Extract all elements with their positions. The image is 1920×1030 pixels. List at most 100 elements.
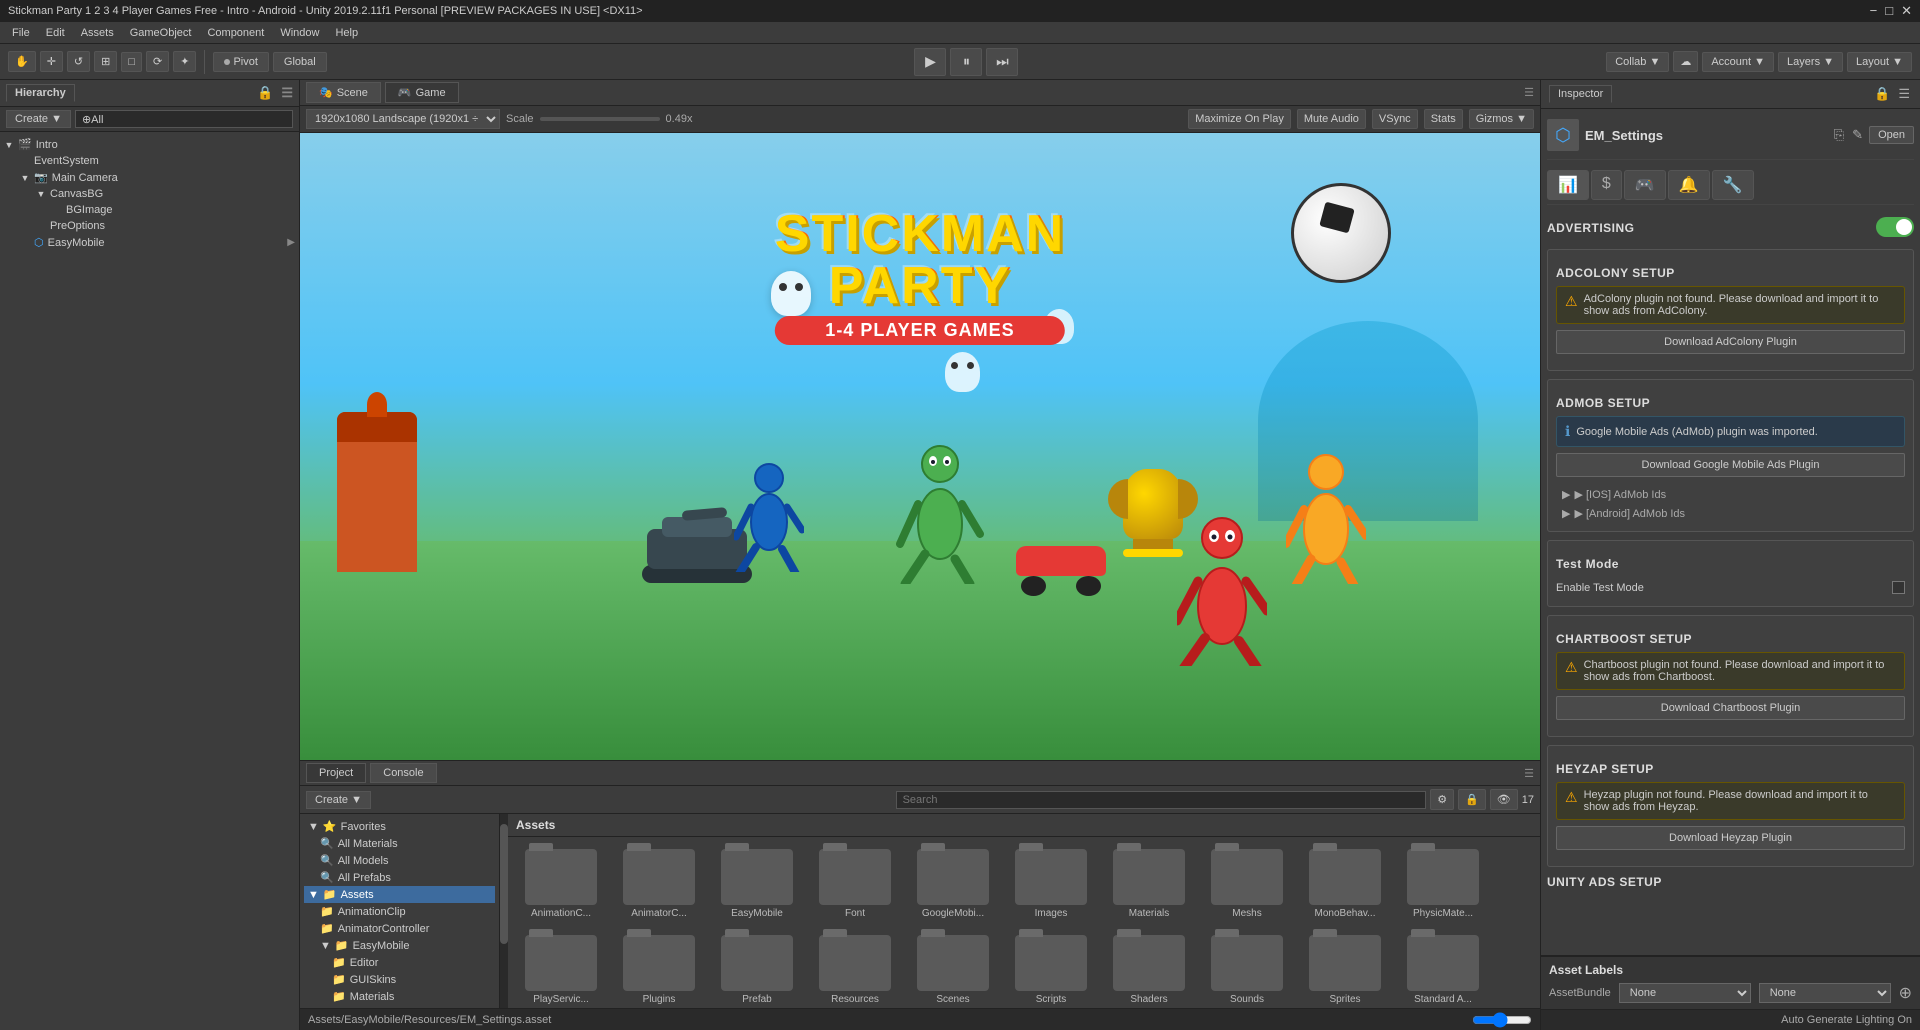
adcolony-download-btn[interactable]: Download AdColony Plugin — [1556, 330, 1905, 354]
cloud-btn[interactable]: ☁ — [1673, 51, 1698, 72]
sidebar-all-prefabs[interactable]: 🔍 All Prefabs — [304, 869, 495, 886]
em-edit-btn[interactable]: ✎ — [1850, 125, 1865, 145]
layers-btn[interactable]: Layers ▼ — [1778, 52, 1843, 72]
admob-ios-ids[interactable]: ▶ ▶ [IOS] AdMob Ids — [1556, 485, 1905, 504]
sidebar-assets[interactable]: ▼ 📁 Assets — [304, 886, 495, 903]
rotate-tool-btn[interactable]: ↺ — [67, 51, 90, 72]
hierarchy-create-btn[interactable]: Create ▼ — [6, 110, 71, 128]
insp-tab-settings[interactable]: 🔧 — [1712, 170, 1754, 200]
em-copy-btn[interactable]: ⎘ — [1832, 125, 1846, 145]
insp-tab-game[interactable]: 🎮 — [1624, 170, 1666, 200]
project-tab[interactable]: Project — [306, 763, 366, 783]
menu-assets[interactable]: Assets — [73, 25, 122, 41]
sidebar-materials[interactable]: 📁 Materials — [304, 988, 495, 1005]
tree-item-eventsystem[interactable]: EventSystem — [0, 153, 299, 169]
maximize-on-play-btn[interactable]: Maximize On Play — [1188, 109, 1291, 129]
hierarchy-lock-icon[interactable]: 🔒 — [257, 85, 273, 101]
tree-item-intro[interactable]: ▼ 🎬 Intro — [0, 136, 299, 153]
admob-download-btn[interactable]: Download Google Mobile Ads Plugin — [1556, 453, 1905, 477]
tree-item-preoptions[interactable]: PreOptions — [0, 218, 299, 234]
asset-item[interactable]: AnimatorC... — [614, 845, 704, 923]
asset-labels-expand-btn[interactable]: ⊕ — [1899, 983, 1912, 1003]
pivot-btn[interactable]: Pivot — [213, 52, 268, 72]
vsync-btn[interactable]: VSync — [1372, 109, 1418, 129]
sidebar-favorites[interactable]: ▼ ⭐ Favorites — [304, 818, 495, 835]
asset-item[interactable]: Resources — [810, 931, 900, 1008]
menu-help[interactable]: Help — [327, 25, 366, 41]
heyzap-download-btn[interactable]: Download Heyzap Plugin — [1556, 826, 1905, 850]
scale-slider[interactable] — [540, 117, 660, 121]
mute-audio-btn[interactable]: Mute Audio — [1297, 109, 1366, 129]
tree-item-maincamera[interactable]: ▼ 📷 Main Camera — [0, 169, 299, 186]
sidebar-scrollbar[interactable] — [500, 814, 508, 1008]
scene-menu-icon[interactable]: ☰ — [1524, 86, 1534, 99]
sidebar-all-materials[interactable]: 🔍 All Materials — [304, 835, 495, 852]
asset-item[interactable]: Images — [1006, 845, 1096, 923]
inspector-menu-btn[interactable]: ☰ — [1896, 84, 1912, 104]
pause-btn[interactable]: ⏸ — [950, 48, 982, 76]
tree-item-bgimage[interactable]: BGImage — [0, 202, 299, 218]
layout-btn[interactable]: Layout ▼ — [1847, 52, 1912, 72]
sidebar-easymobile[interactable]: ▼ 📁 EasyMobile — [304, 937, 495, 954]
asset-item[interactable]: Shaders — [1104, 931, 1194, 1008]
step-btn[interactable]: ⏭ — [986, 48, 1018, 76]
insp-tab-notification[interactable]: 🔔 — [1668, 170, 1710, 200]
asset-item[interactable]: Standard A... — [1398, 931, 1488, 1008]
asset-item[interactable]: PhysicMate... — [1398, 845, 1488, 923]
em-open-btn[interactable]: Open — [1869, 126, 1914, 144]
window-controls[interactable]: − □ ✕ — [1870, 3, 1912, 19]
sidebar-editor[interactable]: 📁 Editor — [304, 954, 495, 971]
gizmos-btn[interactable]: Gizmos ▼ — [1469, 109, 1534, 129]
hierarchy-search-input[interactable] — [75, 110, 293, 128]
asset-item[interactable]: Scenes — [908, 931, 998, 1008]
hand-tool-btn[interactable]: ✋ — [8, 51, 36, 72]
asset-item[interactable]: Sprites — [1300, 931, 1390, 1008]
asset-item[interactable]: AnimationC... — [516, 845, 606, 923]
size-slider[interactable] — [1472, 1012, 1532, 1028]
menu-window[interactable]: Window — [272, 25, 327, 41]
menu-component[interactable]: Component — [199, 25, 272, 41]
asset-item[interactable]: Materials — [1104, 845, 1194, 923]
asset-item[interactable]: GoogleMobi... — [908, 845, 998, 923]
menu-gameobject[interactable]: GameObject — [122, 25, 200, 41]
asset-item[interactable]: Plugins — [614, 931, 704, 1008]
project-create-btn[interactable]: Create ▼ — [306, 791, 371, 809]
inspector-tab[interactable]: Inspector — [1549, 85, 1612, 103]
stats-btn[interactable]: Stats — [1424, 109, 1463, 129]
sidebar-all-models[interactable]: 🔍 All Models — [304, 852, 495, 869]
advertising-toggle[interactable] — [1876, 217, 1914, 237]
tree-item-canvasbg[interactable]: ▼ CanvasBG — [0, 186, 299, 202]
insp-tab-money[interactable]: $ — [1591, 170, 1622, 200]
move-tool-btn[interactable]: ✛ — [40, 51, 63, 72]
project-search-input[interactable] — [896, 791, 1427, 809]
insp-tab-stats[interactable]: 📊 — [1547, 170, 1589, 200]
chartboost-download-btn[interactable]: Download Chartboost Plugin — [1556, 696, 1905, 720]
asset-item[interactable]: Font — [810, 845, 900, 923]
lock-btn[interactable]: 🔒 — [1458, 789, 1486, 810]
rect-tool-btn[interactable]: □ — [121, 52, 142, 72]
sidebar-animationclip[interactable]: 📁 AnimationClip — [304, 903, 495, 920]
asset-item[interactable]: Sounds — [1202, 931, 1292, 1008]
asset-item[interactable]: PlayServic... — [516, 931, 606, 1008]
asset-item[interactable]: EasyMobile — [712, 845, 802, 923]
transform-tool-btn[interactable]: ⟳ — [146, 51, 169, 72]
sidebar-scrollbar-thumb[interactable] — [500, 824, 508, 944]
asset-item[interactable]: Prefab — [712, 931, 802, 1008]
tree-item-easymobile[interactable]: ⬡ EasyMobile ▶ — [0, 234, 299, 251]
scene-tab[interactable]: 🎭 Scene — [306, 82, 381, 103]
admob-android-ids[interactable]: ▶ ▶ [Android] AdMob Ids — [1556, 504, 1905, 523]
asset-item[interactable]: Scripts — [1006, 931, 1096, 1008]
sidebar-animatorcontroller[interactable]: 📁 AnimatorController — [304, 920, 495, 937]
collab-btn[interactable]: Collab ▼ — [1606, 52, 1669, 72]
minimize-btn[interactable]: − — [1870, 3, 1878, 19]
close-btn[interactable]: ✕ — [1901, 3, 1912, 19]
asset-item[interactable]: MonoBehav... — [1300, 845, 1390, 923]
asset-bundle-select-1[interactable]: None — [1619, 983, 1751, 1003]
resolution-select[interactable]: 1920x1080 Landscape (1920x1 ÷ — [306, 109, 500, 129]
asset-item[interactable]: Meshs — [1202, 845, 1292, 923]
account-btn[interactable]: Account ▼ — [1702, 52, 1774, 72]
search-options-btn[interactable]: ⚙ — [1430, 789, 1454, 810]
console-tab[interactable]: Console — [370, 763, 436, 783]
play-btn[interactable]: ▶ — [914, 48, 946, 76]
sidebar-guiskins[interactable]: 📁 GUISkins — [304, 971, 495, 988]
